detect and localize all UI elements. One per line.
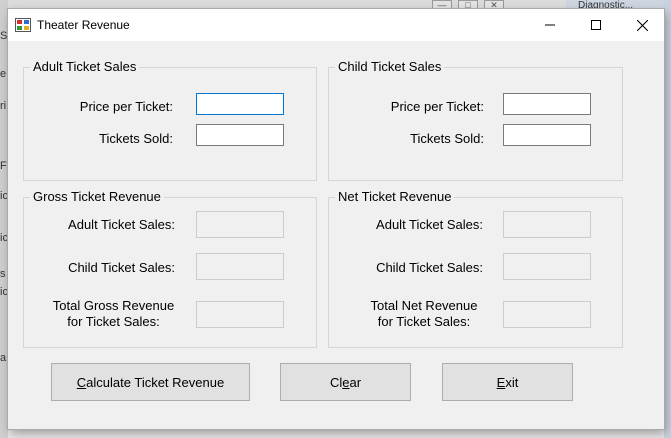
child-ticket-sales-legend: Child Ticket Sales — [335, 59, 445, 74]
background-letter: a — [0, 352, 7, 364]
clear-mnemonic: e — [342, 374, 350, 390]
gross-child-output — [196, 253, 284, 280]
maximize-icon — [591, 20, 601, 30]
net-child-output — [503, 253, 591, 280]
calculate-label-rest: alculate Ticket Revenue — [86, 374, 225, 390]
gross-total-label-line1: Total Gross Revenue — [52, 298, 175, 313]
form-client-area: Adult Ticket Sales Price per Ticket: Tic… — [8, 41, 664, 429]
title-bar[interactable]: Theater Revenue — [8, 9, 664, 41]
gross-adult-label: Adult Ticket Sales: — [68, 217, 175, 232]
net-adult-output — [503, 211, 591, 238]
child-price-input[interactable] — [503, 93, 591, 115]
maximize-button[interactable] — [573, 9, 619, 41]
adult-price-label: Price per Ticket: — [79, 99, 173, 114]
net-adult-label: Adult Ticket Sales: — [376, 217, 483, 232]
adult-ticket-sales-legend: Adult Ticket Sales — [30, 59, 140, 74]
exit-mnemonic: E — [496, 374, 506, 390]
gross-total-output — [196, 301, 284, 328]
background-letter: ic — [0, 190, 8, 202]
clear-label-pre: Cl — [329, 374, 343, 390]
child-sold-input[interactable] — [503, 124, 591, 146]
net-ticket-revenue-group: Net Ticket Revenue Adult Ticket Sales: C… — [328, 189, 623, 348]
minimize-icon — [545, 24, 555, 26]
net-child-label: Child Ticket Sales: — [376, 260, 483, 275]
calculate-mnemonic: C — [76, 374, 87, 390]
exit-button[interactable]: Exit — [442, 363, 573, 401]
minimize-button[interactable] — [527, 9, 573, 41]
clear-label-rest: ar — [349, 374, 362, 390]
net-total-label-line1: Total Net Revenue — [370, 298, 478, 313]
gross-total-label-line2: for Ticket Sales: — [67, 314, 160, 329]
background-letter: ri — [0, 100, 7, 112]
adult-sold-input[interactable] — [196, 124, 284, 146]
background-letter: s — [0, 268, 6, 280]
background-letter: S — [0, 30, 8, 42]
background-letter: e — [0, 68, 7, 80]
gross-total-label: Total Gross Revenue for Ticket Sales: — [46, 298, 181, 330]
close-button[interactable] — [619, 9, 665, 41]
window-title: Theater Revenue — [37, 18, 130, 32]
adult-ticket-sales-group: Adult Ticket Sales Price per Ticket: Tic… — [23, 59, 317, 181]
background-right-edge — [664, 0, 671, 438]
calculate-ticket-revenue-button[interactable]: Calculate Ticket Revenue — [51, 363, 250, 401]
child-price-label: Price per Ticket: — [390, 99, 484, 114]
background-left-panel: S e ri F ic ic s ic a — [0, 0, 8, 438]
gross-adult-output — [196, 211, 284, 238]
adult-sold-label: Tickets Sold: — [99, 131, 173, 146]
net-ticket-revenue-legend: Net Ticket Revenue — [335, 189, 455, 204]
app-icon — [15, 18, 31, 32]
child-ticket-sales-group: Child Ticket Sales Price per Ticket: Tic… — [328, 59, 623, 181]
theater-revenue-window: Theater Revenue Adult Ticket Sales Price… — [8, 9, 664, 429]
gross-ticket-revenue-legend: Gross Ticket Revenue — [30, 189, 164, 204]
gross-child-label: Child Ticket Sales: — [68, 260, 175, 275]
background-letter: ic — [0, 232, 8, 244]
background-letter: ic — [0, 286, 8, 298]
adult-price-input[interactable] — [196, 93, 284, 115]
net-total-label: Total Net Revenue for Ticket Sales: — [359, 298, 489, 330]
close-icon — [636, 19, 648, 31]
child-sold-label: Tickets Sold: — [410, 131, 484, 146]
background-letter: F — [0, 160, 7, 172]
gross-ticket-revenue-group: Gross Ticket Revenue Adult Ticket Sales:… — [23, 189, 317, 348]
exit-label-rest: xit — [505, 374, 519, 390]
net-total-output — [503, 301, 591, 328]
net-total-label-line2: for Ticket Sales: — [377, 314, 471, 329]
clear-button[interactable]: Cl e ar — [280, 363, 411, 401]
